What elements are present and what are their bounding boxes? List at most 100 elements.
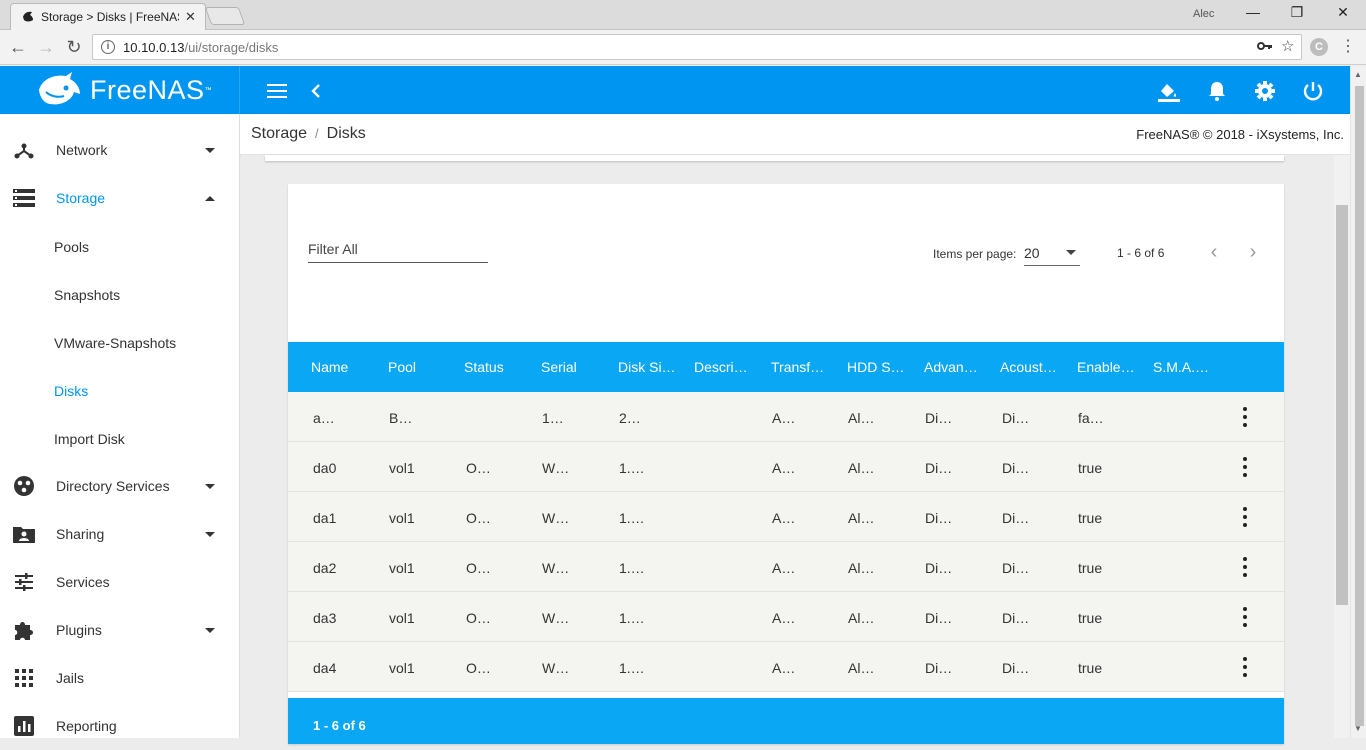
theme-paint-bucket-icon[interactable] [1155,78,1181,104]
table-cell: O… [466,510,491,526]
reload-icon[interactable]: ↻ [63,36,85,58]
sidebar-item-directory-services[interactable]: Directory Services [0,462,240,510]
table-cell: A… [772,460,796,476]
back-icon[interactable]: ← [7,36,29,58]
row-actions-menu-icon[interactable] [1242,407,1248,427]
sharing-icon [13,523,35,545]
browser-profile-name[interactable]: Alec [1193,8,1214,20]
maximize-icon[interactable]: ❐ [1282,4,1312,21]
sidebar-subitem-disks[interactable]: Disks [54,383,88,399]
table-cell: O… [466,460,491,476]
row-actions-menu-icon[interactable] [1242,557,1248,577]
app-top-bar: FreeNAS ™ [0,66,1350,114]
table-cell: vol1 [389,610,415,626]
table-cell: Di… [925,460,953,476]
sidebar-item-network[interactable]: Network [0,126,240,174]
table-cell: W… [542,610,570,626]
new-tab-button[interactable] [204,7,246,25]
column-header[interactable]: Advan… [924,359,978,375]
sidebar-item-reporting[interactable]: Reporting [0,702,240,750]
table-cell: W… [542,560,570,576]
power-icon[interactable] [1300,78,1326,104]
page-scrollbar-thumb[interactable] [1355,86,1364,726]
table-row[interactable]: da2 vol1 O… W… 1.… A… Al… Di… Di… true [288,542,1284,592]
scroll-up-icon[interactable]: ▲ [1354,70,1362,79]
column-header[interactable]: Transf… [771,359,824,375]
sidebar-subitem-pools[interactable]: Pools [54,239,89,255]
previous-card-edge [265,155,1284,161]
column-header[interactable]: Acoust… [1000,359,1057,375]
sidebar-item-label: Storage [56,190,106,206]
sidebar-item-plugins[interactable]: Plugins [0,606,240,654]
column-header[interactable]: HDD S… [847,359,905,375]
close-window-icon[interactable]: ✕ [1328,4,1358,21]
table-row[interactable]: da0 vol1 O… W… 1.… A… Al… Di… Di… true [288,442,1284,492]
table-cell: da0 [313,460,337,476]
sidebar-item-services[interactable]: Services [0,558,240,606]
table-row[interactable]: da4 vol1 O… W… 1.… A… Al… Di… Di… true [288,642,1284,692]
table-cell: fa… [1078,410,1104,426]
sidebar-item-sharing[interactable]: Sharing [0,510,240,558]
close-tab-icon[interactable]: ✕ [185,9,196,25]
table-row[interactable]: da1 vol1 O… W… 1.… A… Al… Di… Di… true [288,492,1284,542]
bookmark-star-icon[interactable]: ☆ [1281,37,1294,55]
browser-tab[interactable]: Storage > Disks | FreeNAS ✕ [10,3,206,30]
address-bar[interactable]: i 10.10.0.13/ui/storage/disks ☆ [92,34,1302,60]
minimize-icon[interactable]: — [1238,4,1268,20]
table-row[interactable]: a… B… 1… 2… A… Al… Di… Di… fa… [288,392,1284,442]
row-actions-menu-icon[interactable] [1242,657,1248,677]
sidebar-item-label: Directory Services [56,478,170,494]
table-cell: 2… [619,410,641,426]
column-header[interactable]: Disk Si… [618,359,676,375]
next-page-icon[interactable]: › [1243,242,1263,262]
extension-icon[interactable]: C [1310,38,1328,56]
breadcrumb-storage[interactable]: Storage [251,125,307,142]
column-header[interactable]: Enable… [1077,359,1135,375]
row-actions-menu-icon[interactable] [1242,507,1248,527]
sidebar-subitem-vmware-snapshots[interactable]: VMware-Snapshots [54,335,176,351]
browser-menu-icon[interactable]: ⋮ [1340,36,1356,56]
sidebar-item-storage[interactable]: Storage [0,174,240,222]
hamburger-menu-icon[interactable] [264,78,290,104]
sidebar-item-jails[interactable]: Jails [0,654,240,702]
sidebar-subitem-import-disk[interactable]: Import Disk [54,431,125,447]
table-cell: O… [466,610,491,626]
column-header[interactable]: Serial [541,359,577,375]
table-cell: da2 [313,560,337,576]
sidebar-item-label: Network [56,142,108,158]
table-cell: true [1078,560,1103,576]
page-scrollbar[interactable]: ▲ ▼ [1350,66,1366,738]
table-cell: 1… [542,410,564,426]
content-scrollbar[interactable] [1334,155,1350,738]
table-cell: Di… [925,610,953,626]
table-cell: Di… [1002,410,1030,426]
scroll-down-icon[interactable]: ▼ [1354,724,1362,733]
column-header[interactable]: Pool [388,359,416,375]
items-per-page-select[interactable]: 20 [1024,242,1080,266]
site-info-icon[interactable]: i [101,40,115,54]
notifications-bell-icon[interactable] [1204,78,1230,104]
content-scrollbar-thumb[interactable] [1336,205,1348,605]
collapse-sidebar-icon[interactable] [303,78,329,104]
forward-icon[interactable]: → [35,36,57,58]
settings-gear-icon[interactable] [1252,78,1278,104]
table-row[interactable]: da3 vol1 O… W… 1.… A… Al… Di… Di… true [288,592,1284,642]
column-header[interactable]: S.M.A.… [1153,359,1209,375]
table-cell: da3 [313,610,337,626]
table-cell: da4 [313,660,337,676]
collapse-caret-icon [205,195,215,201]
url-path: /ui/storage/disks [184,39,279,55]
row-actions-menu-icon[interactable] [1242,457,1248,477]
table-cell: true [1078,510,1103,526]
key-icon[interactable] [1257,37,1273,59]
column-header[interactable]: Status [464,359,504,375]
freenas-logo[interactable]: FreeNAS ™ [0,66,240,114]
column-header[interactable]: Descri… [694,359,748,375]
filter-input[interactable]: Filter All [308,241,488,263]
column-header[interactable]: Name [311,359,348,375]
previous-page-icon[interactable]: ‹ [1204,242,1224,262]
table-cell: A… [772,660,796,676]
row-actions-menu-icon[interactable] [1242,607,1248,627]
sidebar-subitem-snapshots[interactable]: Snapshots [54,287,120,303]
freenas-favicon-icon [21,10,35,24]
